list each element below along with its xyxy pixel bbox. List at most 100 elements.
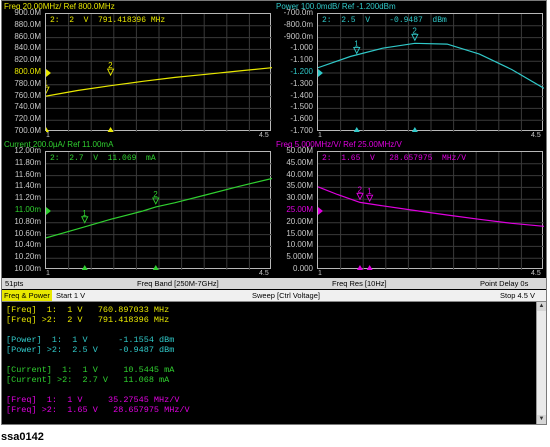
plot-area[interactable]: 1 2 2: 2.7 V 11.069 mA: [45, 151, 272, 270]
readout-line: [6, 355, 190, 365]
readout-line: [Freq] 1: 1 V 35.27545 MHz/V: [6, 395, 180, 405]
y-tick-label: 10.60m: [14, 228, 41, 238]
y-tick-label: -700.0m: [283, 8, 313, 17]
y-tick-label: 12.00m: [14, 146, 41, 155]
control-bar: Freq & Power Start 1 V Sweep [Ctrl Volta…: [2, 290, 546, 302]
trace-svg: 12: [318, 152, 544, 270]
y-tick-label: 45.00M: [286, 157, 313, 167]
y-tick-label: -1.400: [290, 90, 313, 100]
y-tick-label: 800.0M: [14, 67, 41, 76]
active-marker-value: 2: 2.5 V -0.9487 dBm: [322, 16, 447, 25]
x-marker-indicator: [411, 127, 418, 132]
readout-line: [Freq] >2: 1.65 V 28.657975 MHz/V: [6, 405, 190, 415]
start-voltage[interactable]: Start 1 V: [56, 291, 85, 300]
status-bar: 51pts Freq Band [250M-7GHz] Freq Res [10…: [2, 278, 546, 289]
stop-voltage[interactable]: Stop 4.5 V: [500, 291, 535, 300]
freq-band-status[interactable]: Freq Band [250M-7GHz]: [137, 279, 219, 288]
marker-readout: [Freq] 1: 1 V 760.897033 MHz [Freq] >2: 2…: [6, 305, 190, 415]
active-marker-value: 2: 2.7 V 11.069 mA: [50, 154, 156, 163]
y-tick-label: -1.500: [290, 102, 313, 112]
reference-level-marker: [46, 207, 51, 215]
marker-label: 2: [108, 61, 113, 70]
x-stop-label: 4.5: [531, 132, 541, 139]
marker-label: 2: [412, 26, 417, 35]
y-tick-label: 0.000: [292, 264, 313, 273]
y-tick-label: 11.80m: [14, 157, 41, 167]
y-tick-label: -800.0m: [283, 19, 313, 29]
marker-label: 2: [153, 190, 158, 199]
x-start-label: 1: [46, 270, 50, 277]
y-tick-label: 11.60m: [14, 169, 41, 179]
y-tick-label: 25.00M: [286, 205, 313, 214]
x-marker-indicator: [356, 265, 363, 270]
plot-area[interactable]: 1 2 2: 1.65 V 28.657975 MHz/V: [317, 151, 544, 270]
y-tick-label: 10.40m: [14, 240, 41, 250]
freq-res-status[interactable]: Freq Res [10Hz]: [332, 279, 387, 288]
y-tick-label: 20.00M: [286, 216, 313, 226]
y-tick-label: -1.100: [290, 55, 313, 65]
active-marker-value: 2: 1.65 V 28.657975 MHz/V: [322, 154, 467, 163]
pane-freq: Freq 20.00MHz/ Ref 800.0MHz 900.0M 880.0M 8…: [2, 1, 274, 139]
x-stop-label: 4.5: [531, 270, 541, 277]
points-count: 51pts: [5, 279, 24, 288]
x-start-label: 1: [318, 270, 322, 277]
y-tick-label: 10.80m: [14, 216, 41, 226]
reference-level-marker: [318, 69, 323, 77]
readout-line: [Freq] >2: 2 V 791.418396 MHz: [6, 315, 170, 325]
readout-line: [6, 385, 190, 395]
scroll-down-icon[interactable]: ▼: [537, 415, 546, 424]
point-delay-status[interactable]: Point Delay 0s: [480, 279, 528, 288]
y-tick-label: 860.0M: [14, 31, 41, 41]
x-marker-indicator: [152, 265, 159, 270]
sweep-control[interactable]: Sweep [Ctrl Voltage]: [252, 291, 320, 300]
y-tick-label: -1.200: [290, 67, 313, 76]
y-tick-label: 840.0M: [14, 43, 41, 53]
y-tick-label: 11.40m: [14, 181, 41, 191]
x-marker-indicator: [81, 265, 88, 270]
y-tick-label: 11.20m: [14, 193, 41, 203]
pane-current: Current 200.0µA/ Ref 11.00mA 12.00m 11.80m…: [2, 139, 274, 277]
marker-label: 1: [354, 39, 359, 48]
scroll-up-icon[interactable]: ▲: [537, 302, 546, 311]
x-marker-indicator: [366, 265, 373, 270]
x-start-label: 1: [46, 132, 50, 139]
y-tick-label: 740.0M: [14, 102, 41, 112]
marker-label: 2: [357, 185, 362, 194]
y-tick-label: -1.000: [290, 43, 313, 53]
y-tick-label: -1.700: [290, 126, 313, 135]
y-tick-label: 40.00M: [286, 169, 313, 179]
y-tick-label: -900.0m: [283, 31, 313, 41]
reference-level-marker: [318, 207, 323, 215]
y-tick-label: 780.0M: [14, 78, 41, 88]
readout-line: [Freq] 1: 1 V 760.897033 MHz: [6, 305, 170, 315]
tab-freq-power[interactable]: Freq & Power: [2, 290, 52, 301]
readout-line: [Power] 1: 1 V -1.1554 dBm: [6, 335, 175, 345]
readout-line: [Current] >2: 2.7 V 11.068 mA: [6, 375, 170, 385]
y-tick-label: 10.00M: [286, 240, 313, 250]
readout-scrollbar[interactable]: ▲ ▼: [536, 302, 546, 424]
figure-caption: ssa0142: [1, 431, 44, 443]
y-tick-label: -1.300: [290, 78, 313, 88]
y-tick-label: 10.20m: [14, 252, 41, 262]
y-tick-label: 10.00m: [14, 264, 41, 273]
x-start-label: 1: [318, 132, 322, 139]
y-tick-label: 720.0M: [14, 114, 41, 124]
y-tick-label: 35.00M: [286, 181, 313, 191]
y-tick-label: 820.0M: [14, 55, 41, 65]
reference-level-marker: [46, 69, 51, 77]
trace-svg: 12: [46, 152, 272, 270]
y-tick-label: 11.00m: [14, 205, 41, 214]
active-marker-value: 2: 2 V 791.418396 MHz: [50, 16, 166, 25]
marker-label: 1: [82, 209, 87, 218]
y-tick-label: 5.000M: [286, 252, 313, 262]
readout-line: [6, 325, 190, 335]
plot-area[interactable]: 1 2 2: 2.5 V -0.9487 dBm: [317, 13, 544, 132]
trace-svg: 12: [318, 14, 544, 132]
y-tick-label: 880.0M: [14, 19, 41, 29]
y-tick-label: 50.00M: [286, 146, 313, 155]
x-marker-indicator: [107, 127, 114, 132]
plot-area[interactable]: 122: 2 V 791.418396 MHz: [45, 13, 272, 132]
y-tick-label: 30.00M: [286, 193, 313, 203]
pane-freqres: Freq 5.000MHz/V/ Ref 25.00MHz/V 50.00M 45.…: [274, 139, 546, 277]
y-tick-label: -1.600: [290, 114, 313, 124]
